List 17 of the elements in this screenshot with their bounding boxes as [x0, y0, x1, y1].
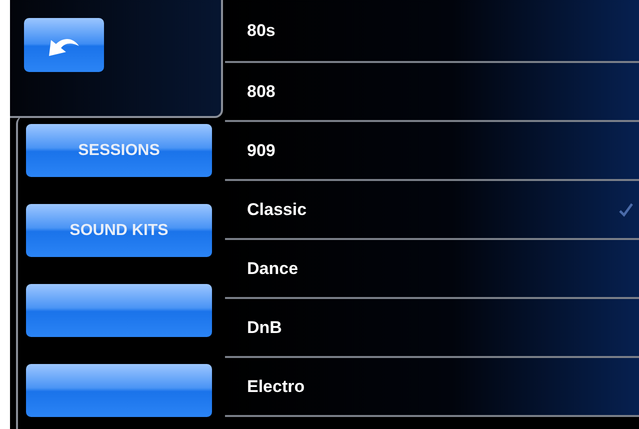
kit-row[interactable]: 909 [225, 122, 639, 181]
kit-name: Dance [247, 258, 298, 278]
kit-name: Electro [247, 376, 305, 396]
kit-row[interactable]: Electro [225, 358, 639, 417]
kit-row[interactable]: DnB [225, 299, 639, 358]
kit-row[interactable]: Classic [225, 181, 639, 240]
kit-name: 80s [247, 20, 276, 40]
kit-name: 909 [247, 140, 276, 160]
back-button[interactable] [24, 18, 104, 72]
blank-button[interactable] [26, 284, 212, 337]
kit-name: DnB [247, 318, 282, 338]
kit-name: Classic [247, 200, 307, 220]
kit-name: 808 [247, 82, 276, 102]
kit-row[interactable]: Dance [225, 240, 639, 299]
blank-button[interactable] [26, 364, 212, 417]
kit-row[interactable]: 80s [225, 0, 639, 63]
kit-row[interactable]: 808 [225, 63, 639, 122]
